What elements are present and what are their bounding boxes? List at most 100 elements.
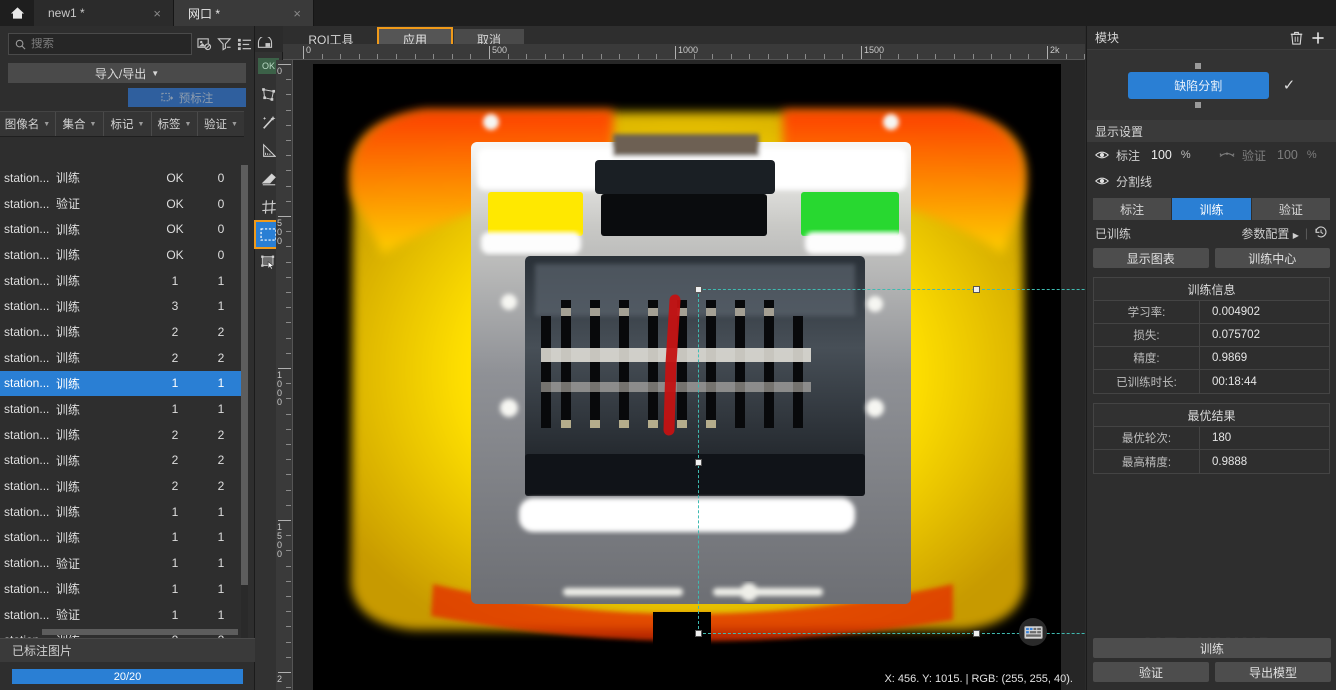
table-row[interactable]: station... 训练 2 2 (0, 345, 245, 371)
cell-name: station... (4, 504, 50, 519)
verify-opacity[interactable]: 验证 100 % (1219, 147, 1317, 164)
cell-set: 训练 (56, 453, 81, 468)
table-row[interactable]: station... 训练 OK 0 (0, 165, 245, 191)
cell-name: station... (4, 479, 50, 494)
cell-label: 2 (171, 350, 179, 365)
cell-label: 1 (171, 504, 179, 519)
prelabel-button[interactable]: 预标注 (128, 88, 246, 107)
chevron-down-icon: ▼ (43, 120, 51, 128)
show-chart-button[interactable]: 显示图表 (1093, 248, 1209, 268)
search-input[interactable] (31, 38, 185, 50)
funnel-filter-icon[interactable] (217, 34, 232, 55)
tab-wangkou[interactable]: 网口 * × (174, 0, 314, 26)
ruler-minor-tick (286, 109, 291, 111)
labeling-progress-bar: 20/20 (12, 669, 243, 684)
cell-name: station... (4, 427, 50, 442)
info-value: 00:18:44 (1212, 375, 1257, 388)
table-row[interactable]: station... 训练 1 1 (0, 268, 245, 294)
column-header-name[interactable]: 图像名 ▼ (0, 112, 56, 136)
table-row[interactable]: station... 训练 2 2 (0, 422, 245, 448)
plus-icon[interactable] (1307, 27, 1328, 48)
table-row[interactable]: station... 验证 1 1 (0, 550, 245, 576)
module-node-defect-segmentation[interactable]: 缺陷分割 (1127, 62, 1269, 108)
table-row[interactable]: station... 训练 1 1 (0, 576, 245, 602)
table-row[interactable]: station... 训练 2 2 (0, 448, 245, 474)
verify-button[interactable]: 验证 (1093, 662, 1209, 682)
module-panel-header: 模块 (1087, 26, 1336, 50)
ruler-label: 1000 (277, 370, 283, 407)
search-toolbar (0, 26, 273, 60)
table-row[interactable]: station... 验证 OK 0 (0, 191, 245, 217)
scrollbar-thumb[interactable] (42, 629, 238, 635)
search-box[interactable] (8, 33, 192, 55)
image-table-body[interactable]: station... 训练 OK 0 station... 验证 OK 0 station...… (0, 165, 245, 653)
image-canvas[interactable] (293, 60, 1085, 690)
param-config-button[interactable]: 参数配置 ▶ (1241, 225, 1299, 242)
scrollbar-thumb[interactable] (241, 165, 248, 585)
ruler-minor-tick (1009, 54, 1011, 59)
table-row[interactable]: station... 训练 1 1 (0, 525, 245, 551)
tab-new1[interactable]: new1 * × (34, 0, 174, 26)
cell-label: OK (166, 222, 184, 237)
ruler-minor-tick (286, 550, 291, 552)
export-model-button[interactable]: 导出模型 (1215, 662, 1331, 682)
node-port-top[interactable] (1195, 62, 1202, 69)
table-row[interactable]: station... 训练 2 2 (0, 473, 245, 499)
sample-image[interactable] (313, 64, 1061, 690)
ruler-minor-tick (768, 54, 769, 59)
cell-verify: 1 (217, 556, 225, 571)
table-row[interactable]: station... 训练 2 2 (0, 319, 245, 345)
mode-tab-2[interactable]: 验证 (1251, 198, 1330, 220)
cell-set: 训练 (56, 376, 81, 391)
home-button[interactable] (0, 0, 34, 26)
ruler-minor-tick (340, 54, 342, 59)
ruler-minor-tick (563, 54, 565, 59)
trash-icon[interactable] (1286, 27, 1307, 48)
list-view-icon[interactable] (237, 34, 252, 55)
train-center-button[interactable]: 训练中心 (1214, 248, 1330, 268)
close-icon[interactable]: × (291, 7, 303, 20)
close-icon[interactable]: × (151, 7, 163, 20)
column-header-verify[interactable]: 验证 ▼ (198, 112, 244, 136)
ruler-major-tick (278, 64, 291, 65)
table-row[interactable]: station... 训练 1 1 (0, 396, 245, 422)
ruler-minor-tick (286, 641, 291, 643)
info-key: 学习率: (1094, 301, 1200, 323)
vertical-ruler[interactable]: 0 500 1000 1500 2 (276, 60, 293, 690)
mode-tab-0[interactable]: 标注 (1093, 198, 1172, 220)
mode-tab-1[interactable]: 训练 (1172, 198, 1251, 220)
info-value: 0.9888 (1212, 455, 1248, 468)
table-row[interactable]: station... 训练 1 1 (0, 499, 245, 525)
table-row[interactable]: station... 训练 3 1 (0, 293, 245, 319)
ruler-minor-tick (1028, 54, 1030, 59)
column-header-label[interactable]: 标签 ▼ (152, 112, 198, 136)
segline-toggle[interactable]: 分割线 (1095, 173, 1152, 190)
cell-label: 1 (171, 530, 179, 545)
eye-off-icon (1219, 152, 1235, 157)
annotation-opacity[interactable]: 标注 100 % (1095, 147, 1219, 164)
keyboard-shortcuts-icon[interactable] (1019, 618, 1047, 646)
verify-opacity-value: 100 (1277, 148, 1298, 162)
module-graph-canvas[interactable]: 缺陷分割 ✓ (1087, 50, 1336, 120)
table-row[interactable]: station... 训练 OK 0 (0, 216, 245, 242)
column-header-set[interactable]: 集合 ▼ (56, 112, 104, 136)
cell-label: OK (166, 170, 184, 185)
module-node-label: 缺陷分割 (1174, 78, 1223, 93)
import-export-button[interactable]: 导入/导出 ▼ (8, 63, 246, 83)
history-icon[interactable] (1314, 225, 1328, 242)
train-button[interactable]: 训练 (1093, 638, 1331, 658)
table-row[interactable]: station... 训练 OK 0 (0, 242, 245, 268)
image-list-horizontal-scrollbar[interactable] (42, 629, 238, 635)
image-list-vertical-scrollbar[interactable] (241, 165, 248, 653)
node-port-bottom[interactable] (1195, 101, 1202, 108)
best-result-card: 最优结果 最优轮次: 180 最高精度: 0.9888 (1093, 403, 1330, 474)
check-icon[interactable]: ✓ (1283, 76, 1296, 94)
table-row[interactable]: station... 验证 1 1 (0, 602, 245, 628)
cell-name: station... (4, 324, 50, 339)
horizontal-ruler[interactable]: 0500100015002k2. (283, 44, 1085, 60)
mode-tabs[interactable]: 标注 训练 验证 (1093, 198, 1330, 220)
table-row[interactable]: station... 训练 1 1 (0, 370, 245, 397)
column-header-mark[interactable]: 标记 ▼ (104, 112, 152, 136)
cell-name: station... (4, 402, 50, 417)
image-filter-icon[interactable] (197, 34, 212, 55)
